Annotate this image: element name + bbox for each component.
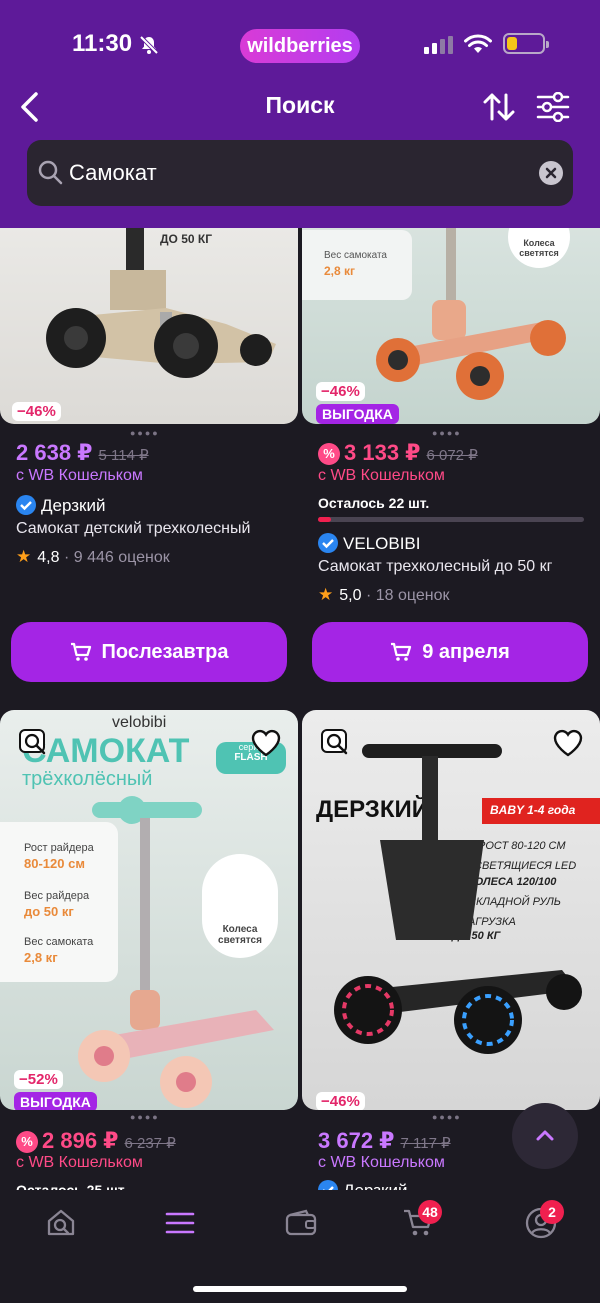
clear-icon[interactable] [539,161,563,185]
old-price: 7 117 ₽ [400,1135,451,1152]
add-to-cart-button[interactable]: Послезавтра [11,622,287,682]
wallet-icon[interactable] [284,1206,318,1240]
wallet-label: с WB Кошельком [318,1154,445,1171]
search-bar[interactable] [27,140,573,206]
rating: ★ 5,0 · 18 оценок [318,585,450,604]
product-image[interactable]: ДО 50 КГ −46% [0,200,298,424]
old-price: 6 237 ₽ [124,1135,176,1152]
product-image[interactable]: velobibi САМОКАТ трёхколёсный серия FLAS… [0,710,298,1110]
product-card[interactable]: velobibi САМОКАТ трёхколёсный серия FLAS… [0,710,298,1198]
price-value: 3 672 ₽ [318,1128,395,1153]
status-bar: 11:30 wildberries [0,0,600,90]
product-name[interactable]: Самокат трехколесный до 50 кг [318,558,594,576]
price-value: 2 638 ₽ [16,440,93,465]
stock-progress-fill [318,517,332,522]
sale-badge: ВЫГОДКА [14,1092,97,1110]
sale-badge: ВЫГОДКА [316,404,399,424]
scooter-illustration [334,744,582,1054]
signal-icon [424,36,453,54]
verified-icon [318,533,338,553]
image-pager: ●●●● [432,428,462,438]
image-pager: ●●●● [130,1112,160,1122]
price: 3 672 ₽ 7 117 ₽ [318,1128,451,1154]
brand: VELOBIBI [318,533,420,554]
wallet-label: с WB Кошельком [318,467,445,484]
price: % 2 896 ₽ 6 237 ₽ [16,1128,176,1154]
profile-tab[interactable]: 2 [524,1200,564,1246]
visual-search-icon[interactable] [18,728,48,758]
discount-badge: −52% [14,1070,63,1089]
brand-name: VELOBIBI [343,534,421,553]
rating-value: 5,0 [339,587,362,604]
verified-icon [16,495,36,515]
product-image[interactable]: Вес самоката 2,8 кг Колеса светятся −46%… [302,200,600,424]
scooter-illustration [78,796,274,1108]
review-count: 18 оценок [375,587,450,604]
product-image[interactable]: ДЕРЗКИЙ BABY 1-4 года РОСТ 80-120 СМ СВЕ… [302,710,600,1110]
add-to-cart-button[interactable]: 9 апреля [312,622,588,682]
brand: Дерзкий [16,495,105,516]
filter-icon[interactable] [536,92,570,122]
cart-icon [70,642,91,661]
product-name[interactable]: Самокат детский трехколесный [16,520,284,538]
muted-bell-icon [139,35,159,55]
heart-icon[interactable] [250,728,282,758]
catalog-icon[interactable] [163,1206,197,1240]
wifi-icon [464,34,492,53]
review-count: 9 446 оценок [73,549,170,566]
old-price: 5 114 ₽ [98,447,149,464]
price: % 3 133 ₽ 6 072 ₽ [318,440,478,466]
discount-badge: −46% [316,382,365,401]
percent-icon: % [318,443,340,465]
wallet-label: с WB Кошельком [16,467,143,484]
rating: ★ 4,8 · 9 446 оценок [16,547,170,566]
image-pager: ●●●● [432,1112,462,1122]
brand-name: Дерзкий [41,496,106,515]
top-bar: 11:30 wildberries Поиск [0,0,600,228]
discount-badge: −46% [12,402,61,421]
price-value: 3 133 ₽ [344,440,421,465]
price: 2 638 ₽ 5 114 ₽ [16,440,149,466]
cart-tab[interactable]: 48 [402,1200,442,1246]
status-time: 11:30 [72,30,133,57]
star-icon: ★ [318,585,334,604]
sort-icon[interactable] [482,91,516,123]
home-indicator [193,1286,407,1292]
battery-icon [503,33,549,54]
stock-remaining: Осталось 22 шт. [318,495,430,511]
scroll-up-icon [536,1130,554,1141]
search-input[interactable] [69,154,509,192]
delivery-label: 9 апреля [422,640,510,663]
visual-search-icon[interactable] [320,728,350,758]
discount-badge: −46% [316,1092,365,1110]
stock-progress [318,517,584,522]
old-price: 6 072 ₽ [426,447,478,464]
percent-icon: % [16,1131,38,1153]
cart-count-badge: 48 [418,1200,442,1224]
search-icon [38,160,63,185]
scroll-up-button[interactable] [512,1103,578,1169]
wallet-label: с WB Кошельком [16,1154,143,1171]
image-pager: ●●●● [130,428,160,438]
price-value: 2 896 ₽ [42,1128,119,1153]
delivery-label: Послезавтра [101,640,229,663]
star-icon: ★ [16,547,32,566]
heart-icon[interactable] [552,728,584,758]
scooter-illustration [46,220,276,378]
rating-value: 4,8 [37,549,60,566]
cart-icon [391,642,412,661]
profile-count-badge: 2 [540,1200,564,1224]
home-icon[interactable] [44,1206,78,1240]
app-logo: wildberries [240,29,360,63]
